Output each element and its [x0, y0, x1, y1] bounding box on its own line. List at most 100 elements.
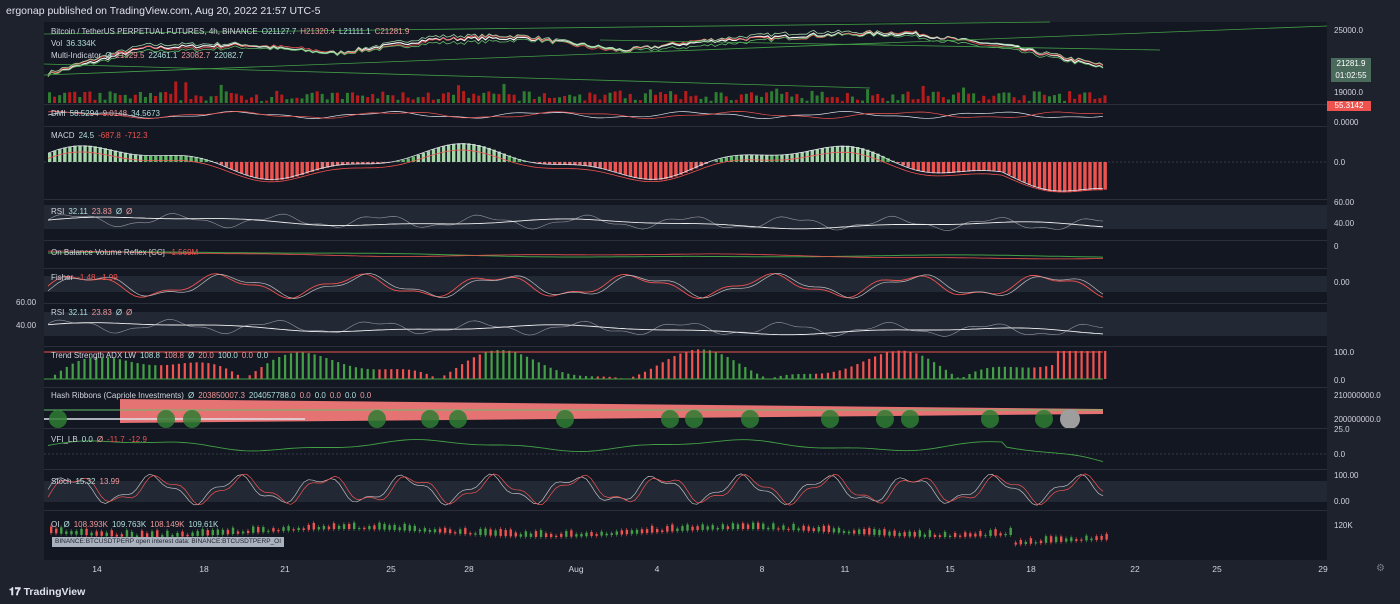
adx-bar: [360, 368, 363, 379]
pane-separator[interactable]: [44, 510, 1327, 511]
volume-bar: [532, 99, 536, 103]
volume-bar: [1083, 92, 1087, 103]
oi-candle: [100, 531, 103, 536]
indicator-name: Bitcoin / TetherUS PERPETUAL FUTURES, 4h…: [51, 27, 258, 36]
volume-bar: [487, 91, 491, 103]
pane-separator[interactable]: [44, 104, 1327, 105]
oi-candle: [499, 529, 502, 536]
indicator-name: MACD: [51, 131, 75, 140]
hash-legend-0[interactable]: Hash Ribbons (Capriole Investments) Ø 2038…: [51, 391, 371, 400]
date-tick: 18: [1026, 564, 1036, 574]
volume-bar: [755, 95, 758, 103]
pane-separator[interactable]: [44, 268, 1327, 269]
oi-candle: [999, 533, 1002, 536]
gear-icon[interactable]: ⚙: [1376, 563, 1385, 574]
rsi1-legend-0[interactable]: RSI 32.11 23.83 Ø Ø: [51, 207, 132, 216]
macd-bar: [477, 144, 481, 162]
oi-legend-0[interactable]: OI Ø 108.393K 109.763K 108.149K 109.61K: [51, 520, 218, 529]
macd-bar: [436, 147, 441, 162]
volume-bar: [366, 97, 370, 103]
pane-separator[interactable]: [44, 428, 1327, 429]
macd-bar: [830, 146, 835, 162]
macd-bar: [462, 143, 466, 162]
macd-bar: [664, 162, 668, 180]
macd-bar: [154, 155, 158, 162]
volume-bar: [472, 93, 476, 103]
indicator-name: Multi-Indicator: [51, 51, 102, 60]
oi-candle: [1054, 536, 1058, 543]
tradingview-logo: 𝟏𝟕 TradingView: [9, 586, 85, 599]
adx-bar: [885, 352, 888, 379]
adx-bar: [1027, 367, 1030, 379]
macd-bar: [936, 162, 941, 174]
date-tick: 4: [654, 564, 660, 574]
adx-bar: [1039, 367, 1042, 379]
pane-separator[interactable]: [44, 469, 1327, 470]
date-tick: 14: [92, 564, 102, 574]
oi-candle: [201, 529, 204, 536]
adx-bar: [938, 365, 942, 379]
adx-bar: [567, 373, 570, 379]
macd-bar: [224, 162, 229, 167]
oi-candle: [454, 532, 457, 534]
adx-bar: [915, 353, 918, 379]
adx-bar: [254, 371, 257, 379]
macd-bar: [1017, 162, 1021, 181]
rsi2-legend-0[interactable]: RSI 32.11 23.83 Ø Ø: [51, 308, 132, 317]
adx-bar: [337, 362, 340, 379]
price-legend-0[interactable]: Bitcoin / TetherUS PERPETUAL FUTURES, 4h…: [51, 27, 409, 36]
indicator-name: RSI: [51, 207, 65, 216]
indicator-value: 13.99: [99, 477, 120, 486]
oi-candle: [317, 527, 321, 530]
vfi-legend-0[interactable]: VFI_LB 0.0 Ø -11.7 -12.9: [51, 435, 147, 444]
volume-bar: [482, 92, 486, 103]
macd-bar: [603, 162, 607, 170]
oi-candle: [327, 526, 331, 530]
obv-legend-0[interactable]: On Balance Volume Reflex [CC] -1.569M: [51, 248, 198, 257]
indicator-value: 109.61K: [188, 520, 219, 529]
macd-bar: [674, 162, 678, 177]
oi-candle: [595, 534, 598, 536]
volume-bar: [335, 92, 339, 103]
volume-bar: [760, 96, 764, 103]
pane-separator[interactable]: [44, 303, 1327, 304]
volume-bar: [351, 92, 354, 103]
price-legend-1[interactable]: Vol 36.334K: [51, 39, 96, 48]
pane-separator[interactable]: [44, 346, 1327, 347]
pane-separator[interactable]: [44, 387, 1327, 388]
volume-bar: [916, 98, 920, 103]
dmi-legend-0[interactable]: DMI 58.5294 9.0148 34.5673: [51, 109, 160, 118]
indicator-value: 15.32: [75, 477, 96, 486]
macd-bar: [982, 162, 986, 172]
indicator-value: -12.9: [128, 435, 147, 444]
macd-bar: [234, 162, 239, 172]
volume-bar: [709, 100, 713, 103]
macd-bar: [1068, 162, 1072, 193]
oi-candle: [282, 527, 285, 531]
stoch-legend-0[interactable]: Stoch 15.32 13.99: [51, 477, 120, 486]
oi-candle: [206, 530, 209, 536]
volume-bar: [679, 99, 683, 103]
fisher-legend-0[interactable]: Fisher -1.48 -1.99: [51, 273, 118, 282]
adx-legend-0[interactable]: Trend Strength ADX LW 108.8 108.8 Ø 20.0 100.…: [51, 351, 268, 360]
macd-bar: [482, 146, 486, 162]
volume-bar: [396, 99, 400, 103]
rsi2-band: [44, 312, 1327, 336]
price-legend-2[interactable]: Multi-Indicator Ø 21929.5 22461.1 23082.7 220…: [51, 51, 243, 60]
oi-candle: [974, 533, 977, 537]
pane-separator[interactable]: [44, 126, 1327, 127]
indicator-name: On Balance Volume Reflex [CC]: [51, 248, 165, 257]
volume-bar: [219, 84, 223, 103]
indicator-value: 22082.7: [214, 51, 244, 60]
pane-separator[interactable]: [44, 240, 1327, 241]
volume-bar: [1073, 98, 1077, 103]
oi-candle: [413, 525, 416, 532]
adx-bar: [850, 366, 853, 379]
pane-separator[interactable]: [44, 199, 1327, 200]
oi-candle: [342, 524, 346, 530]
macd-legend-0[interactable]: MACD 24.5 -687.8 -712.3: [51, 131, 148, 140]
oi-candle: [1004, 533, 1007, 536]
adx-bar: [419, 371, 422, 379]
buy-signal-dot: [741, 410, 759, 428]
oi-candle: [600, 531, 603, 536]
